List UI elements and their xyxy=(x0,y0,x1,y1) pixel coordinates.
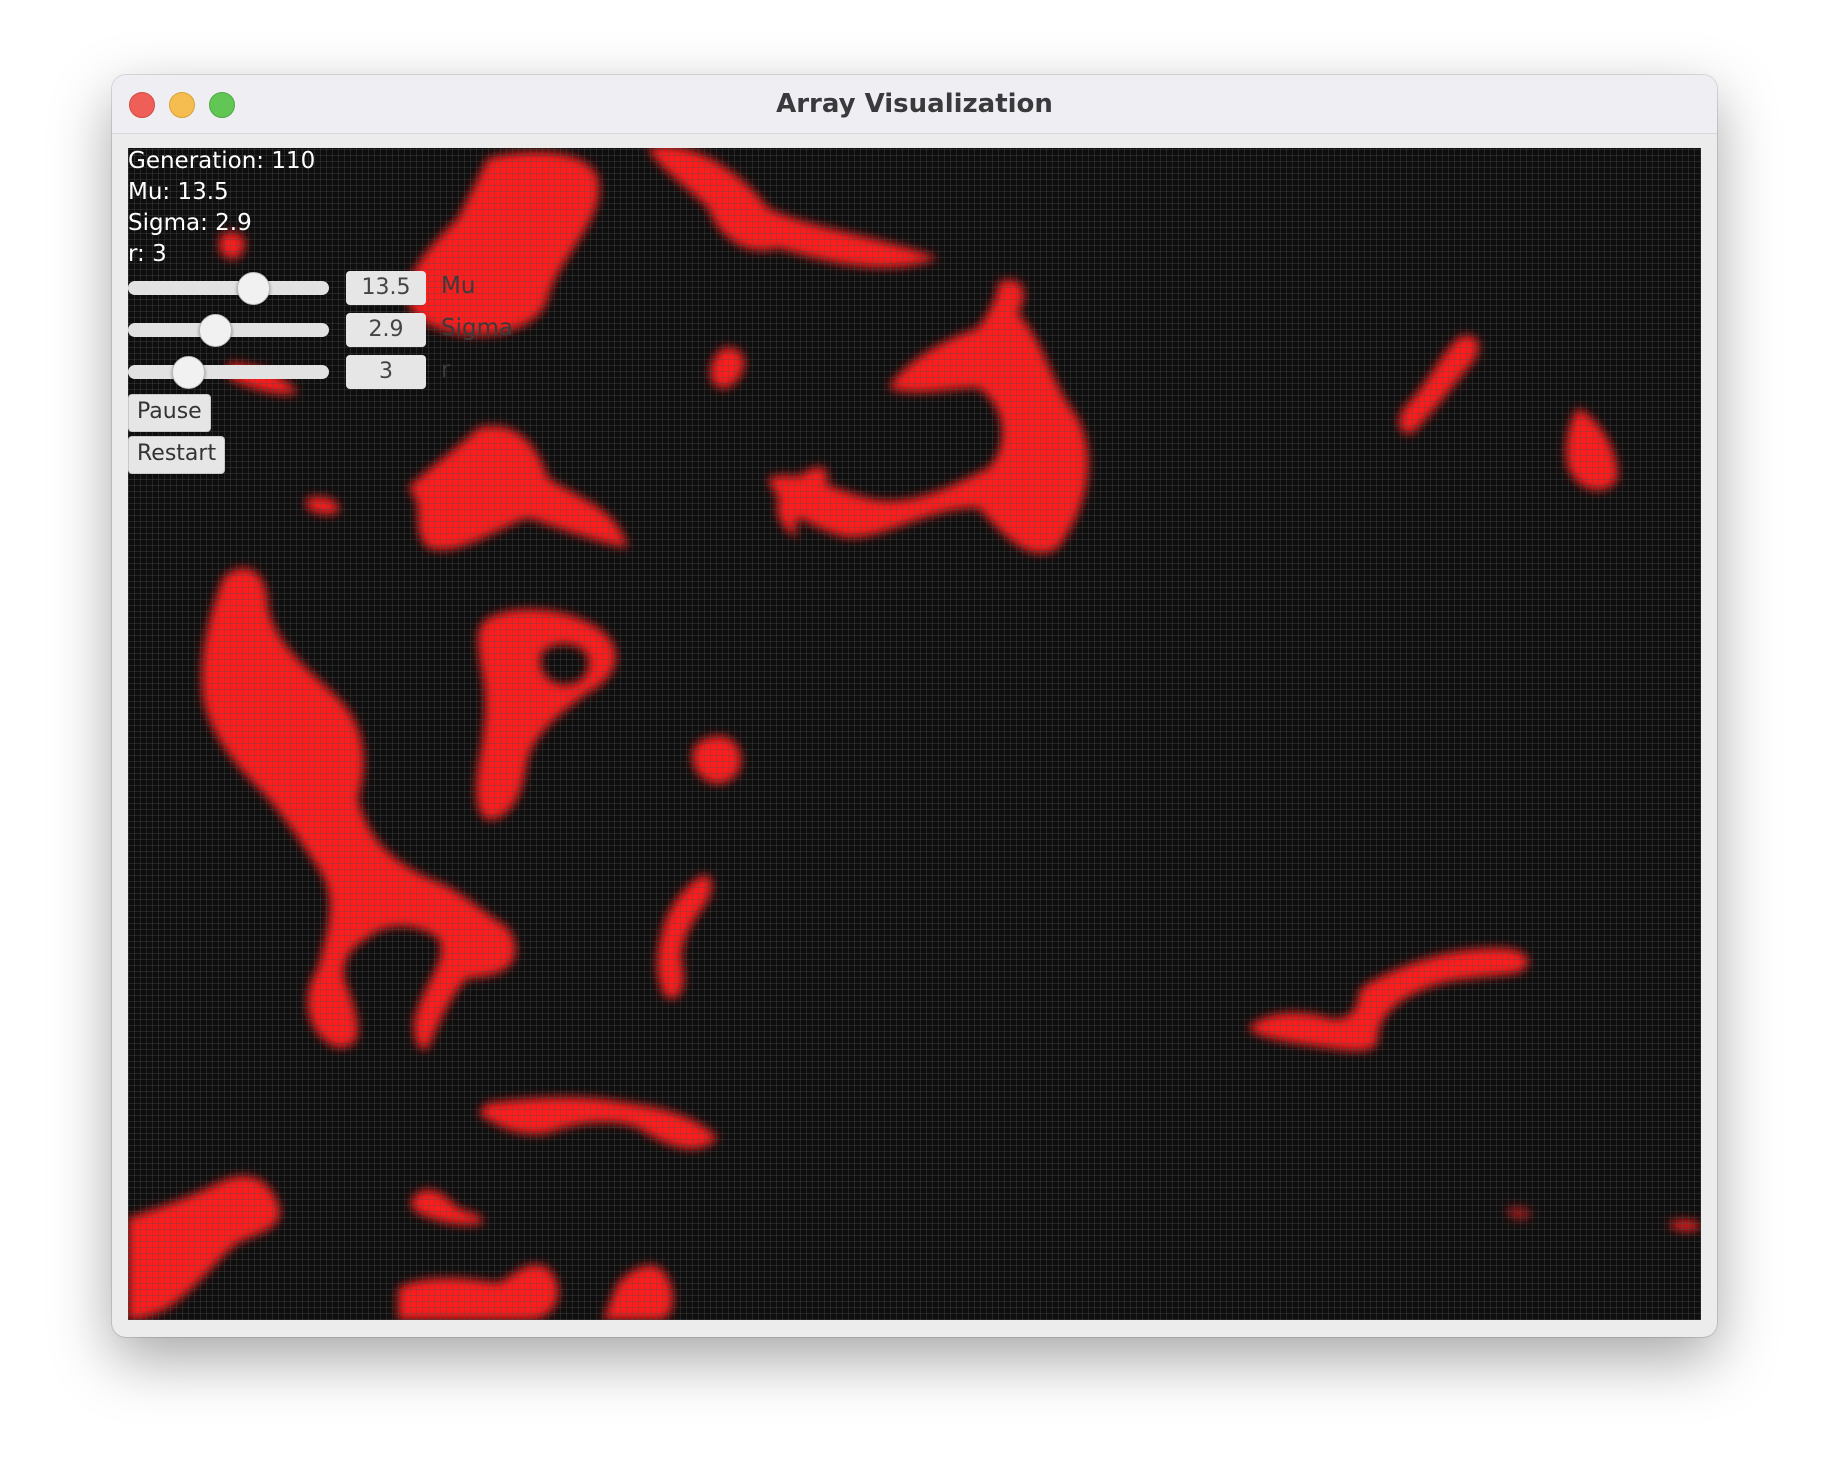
generation-readout: Generation: 110 xyxy=(128,148,316,174)
r-slider-thumb[interactable] xyxy=(171,356,205,389)
simulation-canvas[interactable]: Generation: 110 Mu: 13.5 Sigma: 2.9 r: 3… xyxy=(128,148,1701,1320)
pause-button[interactable]: Pause xyxy=(128,394,211,432)
r-slider[interactable] xyxy=(128,356,329,389)
sigma-readout: Sigma: 2.9 xyxy=(128,210,252,236)
mu-slider-label: Mu xyxy=(441,273,476,299)
r-readout: r: 3 xyxy=(128,241,167,267)
sigma-slider-label: Sigma xyxy=(441,315,514,341)
mu-value-field[interactable]: 13.5 xyxy=(346,271,426,305)
sigma-slider[interactable] xyxy=(128,314,329,347)
window-title: Array Visualization xyxy=(776,89,1053,119)
mu-readout: Mu: 13.5 xyxy=(128,179,229,205)
sigma-value-field[interactable]: 2.9 xyxy=(346,313,426,347)
mu-slider-thumb[interactable] xyxy=(237,272,271,305)
sigma-slider-thumb[interactable] xyxy=(198,314,232,347)
restart-button[interactable]: Restart xyxy=(128,436,226,474)
r-slider-label: r xyxy=(441,357,451,383)
mu-slider[interactable] xyxy=(128,272,329,305)
app-window: Array Visualization Generation: 110 Mu: … xyxy=(112,75,1717,1337)
title-bar[interactable]: Array Visualization xyxy=(112,75,1717,134)
r-value-field[interactable]: 3 xyxy=(346,355,426,389)
